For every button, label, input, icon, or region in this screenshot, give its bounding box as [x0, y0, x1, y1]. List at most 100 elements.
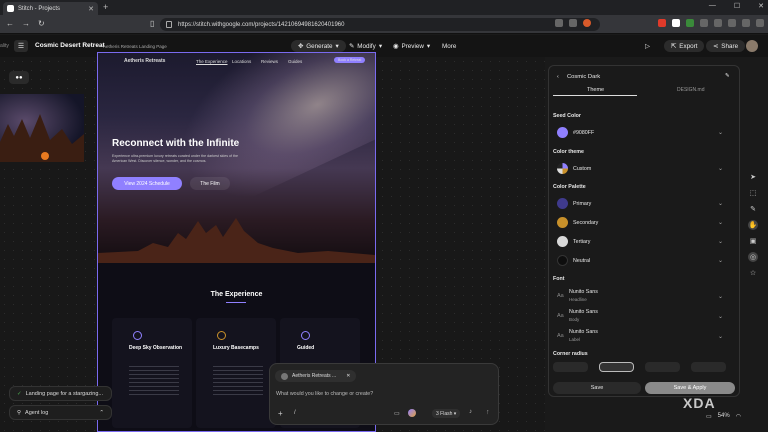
chevron-down-icon[interactable]: ⌄	[718, 238, 723, 245]
chevron-down-icon[interactable]: ⌄	[718, 333, 723, 340]
chevron-down-icon[interactable]: ⌄	[718, 129, 723, 136]
toggle-sidebar-icon[interactable]: ●●	[9, 71, 29, 84]
microphone-icon[interactable]: ♪	[469, 409, 472, 415]
preview-nav-item[interactable]: Guides	[288, 59, 302, 64]
secondary-swatch[interactable]	[557, 217, 568, 228]
add-icon[interactable]: +	[278, 409, 283, 418]
tertiary-swatch[interactable]	[557, 236, 568, 247]
modify-label: Modify	[357, 42, 376, 50]
back-icon[interactable]: ←	[6, 19, 14, 28]
extension-icon[interactable]	[686, 19, 694, 27]
body-font[interactable]: Nunito Sans	[569, 309, 598, 315]
primary-swatch[interactable]	[557, 198, 568, 209]
theme-swatch[interactable]	[557, 163, 568, 174]
save-apply-button[interactable]: Save & Apply	[645, 382, 735, 394]
extension-icon[interactable]	[658, 19, 666, 27]
chevron-down-icon[interactable]: ⌄	[718, 219, 723, 226]
select-box-icon[interactable]: ⬚	[748, 188, 758, 198]
tab-theme[interactable]: Theme	[587, 87, 604, 93]
hamburger-menu-icon[interactable]: ☰	[14, 40, 28, 52]
schedule-button[interactable]: View 2024 Schedule	[112, 177, 182, 190]
extension-icon[interactable]	[672, 19, 680, 27]
chevron-down-icon[interactable]: ⌄	[718, 313, 723, 320]
url-field[interactable]: https://stitch.withgoogle.com/projects/1…	[160, 18, 600, 31]
radius-option-large[interactable]	[691, 362, 726, 372]
play-icon[interactable]: ▷	[645, 40, 650, 52]
preview-nav-cta[interactable]: Book a Retreat	[334, 57, 366, 63]
download-icon[interactable]	[728, 19, 736, 27]
palette-neutral[interactable]: Neutral	[573, 258, 590, 264]
film-button[interactable]: The Film	[190, 177, 230, 190]
share-button[interactable]: ⋖ Share	[706, 40, 746, 52]
neutral-swatch[interactable]	[557, 255, 568, 266]
preview-nav-item[interactable]: Reviews	[261, 59, 278, 64]
theme-picker-icon[interactable]	[408, 409, 416, 417]
back-icon[interactable]: ‹	[557, 74, 559, 80]
palette-icon[interactable]: ◎	[748, 252, 758, 262]
extension-icon[interactable]	[700, 19, 708, 27]
forward-icon[interactable]: →	[22, 19, 30, 28]
chevron-down-icon[interactable]: ⌄	[718, 165, 723, 172]
palette-secondary[interactable]: Secondary	[573, 220, 598, 226]
model-select[interactable]: 3 Flash ▾	[432, 409, 461, 418]
new-tab-icon[interactable]: +	[103, 2, 108, 12]
maximize-icon[interactable]: ☐	[734, 2, 740, 10]
seed-color-value[interactable]: #9080FF	[573, 130, 594, 136]
avatar[interactable]	[746, 40, 758, 52]
screen-icon[interactable]	[555, 19, 563, 27]
image-icon[interactable]: ▣	[748, 236, 758, 246]
pen-tool-icon[interactable]: ✎	[748, 204, 758, 214]
close-chip-icon[interactable]: ✕	[346, 373, 350, 379]
label-font[interactable]: Nunito Sans	[569, 329, 598, 335]
palette-primary[interactable]: Primary	[573, 201, 591, 207]
minimize-icon[interactable]: —	[709, 2, 716, 10]
edit-icon[interactable]: ✎	[725, 73, 729, 79]
menu-icon[interactable]	[756, 19, 764, 27]
cursor-icon[interactable]: ➤	[748, 172, 758, 182]
close-window-icon[interactable]: ✕	[758, 2, 764, 10]
star-icon[interactable]: ☆	[748, 268, 758, 278]
tab-design-md[interactable]: DESIGN.md	[677, 87, 705, 93]
radius-option-medium[interactable]	[645, 362, 680, 372]
preview-brand[interactable]: Aetheris Retreats	[124, 58, 165, 64]
preview-button[interactable]: ◉ Preview ▾	[393, 40, 430, 52]
palette-tertiary[interactable]: Tertiary	[573, 239, 590, 245]
bookmark-icon[interactable]: ▯	[150, 19, 154, 28]
task-status[interactable]: ✓ Landing page for a stargazing...	[9, 386, 112, 401]
browser-tab[interactable]: Stitch - Projects ✕	[3, 2, 98, 15]
preview-nav-item[interactable]: Locations	[232, 59, 251, 64]
chevron-down-icon[interactable]: ⌄	[718, 257, 723, 264]
generate-button[interactable]: ✥ Generate ▾	[291, 40, 346, 52]
agent-log-toggle[interactable]: ⚲ Agent log ⌃	[9, 405, 112, 420]
headline-font[interactable]: Nunito Sans	[569, 289, 598, 295]
chevron-down-icon[interactable]: ⌄	[718, 293, 723, 300]
modify-button[interactable]: ✎ Modify ▾	[349, 40, 382, 52]
color-theme-value[interactable]: Custom	[573, 166, 591, 172]
device-icon[interactable]: ▭	[394, 410, 400, 417]
context-chip[interactable]: Aetheris Retreats ... ✕	[275, 370, 357, 382]
url-text: https://stitch.withgoogle.com/projects/1…	[178, 21, 345, 28]
export-button[interactable]: ⇱ Export	[664, 40, 705, 52]
extensions-icon[interactable]	[714, 19, 722, 27]
chevron-down-icon[interactable]: ⌄	[718, 200, 723, 207]
preview-nav-item[interactable]: The Experience	[196, 59, 228, 64]
slash-command-icon[interactable]: /	[294, 410, 296, 416]
site-info-icon[interactable]	[166, 21, 172, 28]
radius-option-selected[interactable]	[599, 362, 634, 372]
more-button[interactable]: More	[442, 40, 456, 52]
prompt-input[interactable]: What would you like to change or create?	[276, 391, 373, 397]
profile-icon[interactable]	[742, 19, 750, 27]
send-icon[interactable]: ↑	[486, 409, 490, 416]
radius-option-none[interactable]	[553, 362, 588, 372]
export-label: Export	[679, 42, 698, 50]
share-page-icon[interactable]	[569, 19, 577, 27]
screen-thumbnail[interactable]	[0, 94, 84, 162]
project-title[interactable]: Cosmic Desert Retreat	[35, 42, 105, 49]
reload-icon[interactable]: ↻	[38, 19, 45, 28]
brave-shield-icon[interactable]	[583, 19, 591, 27]
tab-title: Stitch - Projects	[18, 5, 61, 12]
hand-icon[interactable]: ✋	[748, 220, 758, 230]
close-tab-icon[interactable]: ✕	[88, 5, 94, 13]
save-button[interactable]: Save	[553, 382, 641, 394]
seed-swatch[interactable]	[557, 127, 568, 138]
